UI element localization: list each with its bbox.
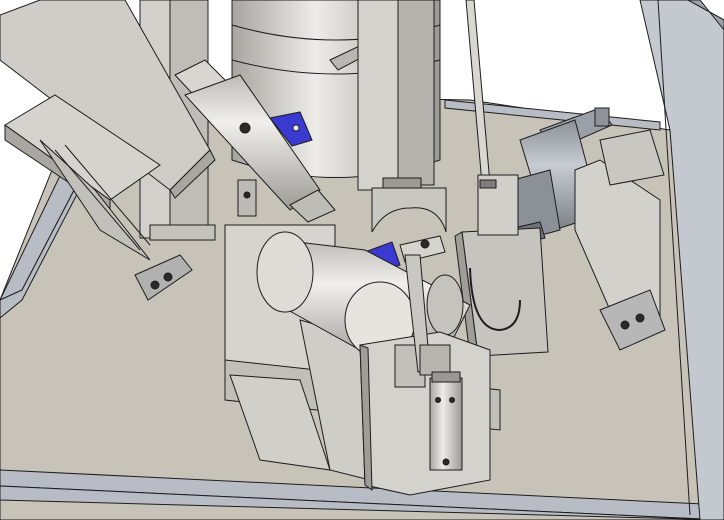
cad-viewport bbox=[0, 0, 724, 520]
fitting-centre-left bbox=[237, 179, 257, 217]
vertical-clamp-cylinder bbox=[429, 371, 463, 471]
cad-assembly-drawing bbox=[0, 0, 724, 520]
